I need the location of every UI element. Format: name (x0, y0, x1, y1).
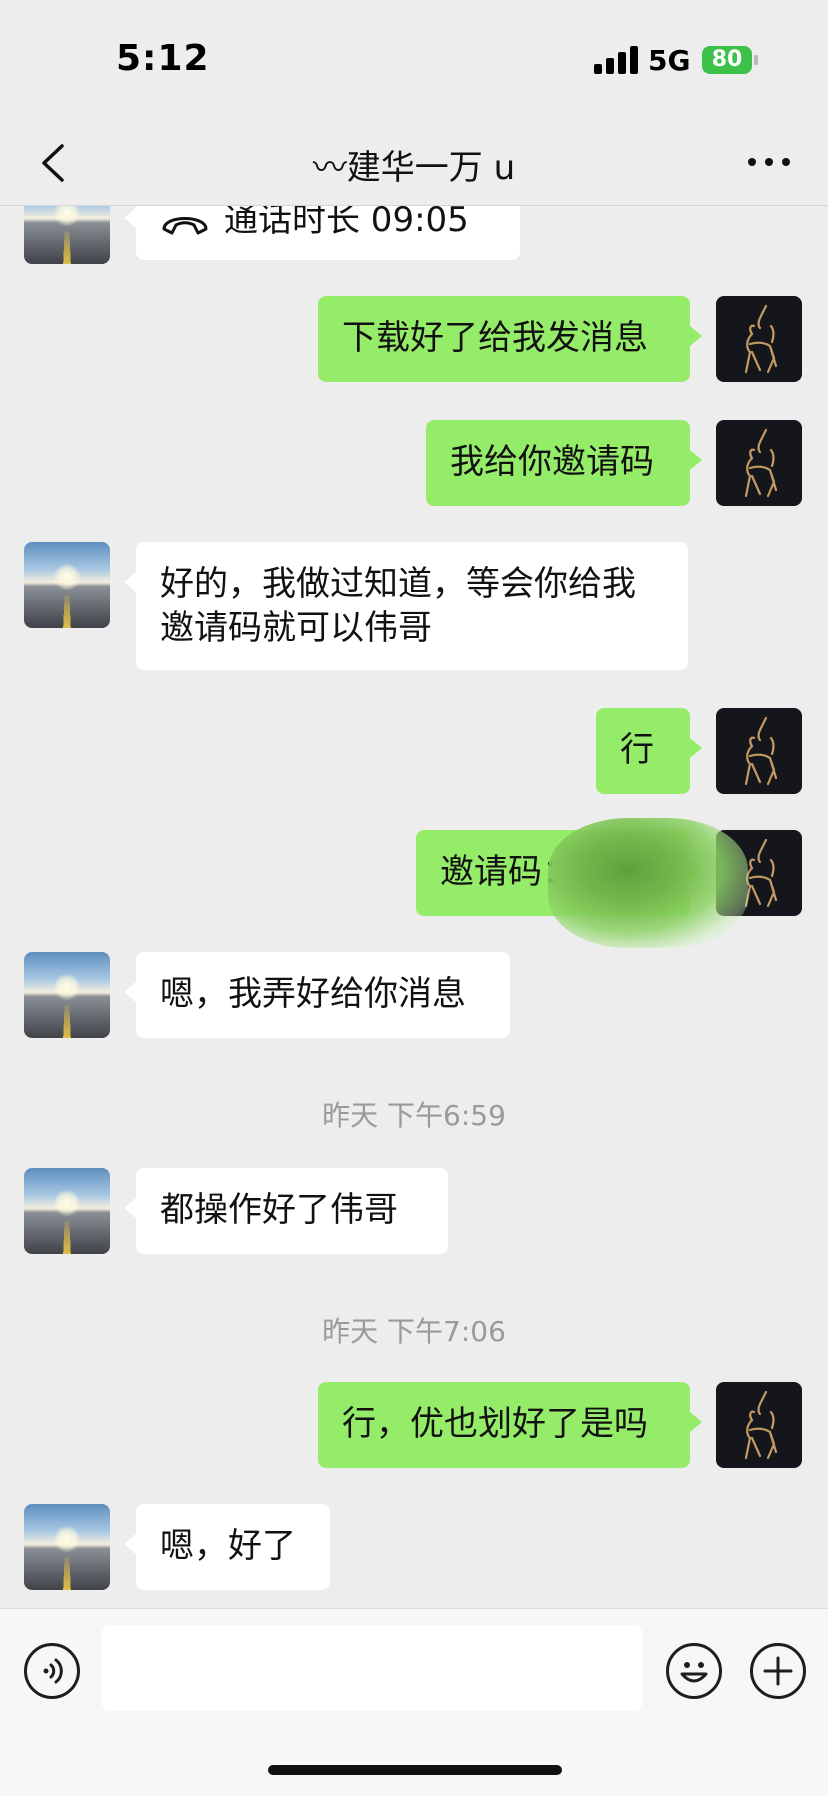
network-type: 5G (648, 44, 691, 77)
message-text: 行，优也划好了是吗 (342, 1404, 648, 1444)
contact-avatar[interactable] (24, 952, 110, 1038)
my-avatar[interactable] (716, 296, 802, 382)
message-bubble[interactable]: 好的，我做过知道，等会你给我邀请码就可以伟哥 (124, 542, 688, 670)
message-bubble[interactable]: 下载好了给我发消息 (318, 296, 702, 382)
my-avatar[interactable] (716, 420, 802, 506)
time-divider: 昨天 下午6:59 (322, 1099, 506, 1132)
contact-avatar[interactable] (24, 542, 110, 628)
message-bubble[interactable]: 我给你邀请码 (426, 420, 702, 506)
signal-icon (594, 46, 638, 74)
message-bubble[interactable]: 嗯，好了 (124, 1504, 330, 1590)
chat-title: 〰建华一万 u (312, 148, 516, 188)
polo-logo-icon (744, 1390, 778, 1460)
message-bubble[interactable]: 嗯，我弄好给你消息 (124, 952, 510, 1038)
message-text: 通话时长 09:05 (224, 206, 469, 240)
plus-icon (763, 1656, 793, 1686)
voice-icon (43, 1658, 63, 1684)
battery-cap (754, 55, 758, 65)
contact-avatar[interactable] (24, 1504, 110, 1590)
polo-logo-icon (744, 716, 778, 786)
voice-button[interactable] (24, 1643, 80, 1699)
contact-avatar[interactable] (24, 1168, 110, 1254)
message-text: 都操作好了伟哥 (160, 1190, 398, 1230)
contact-avatar[interactable] (24, 206, 110, 264)
emoji-button[interactable] (666, 1643, 722, 1699)
nav-bar: 〰建华一万 u (0, 120, 828, 206)
status-time: 5:12 (116, 38, 210, 79)
message-bubble[interactable]: 行，优也划好了是吗 (318, 1382, 702, 1468)
message-text: 嗯，我弄好给你消息 (160, 974, 466, 1014)
message-text: 行 (620, 730, 654, 770)
chat-screen: 5:12 5G 80 〰建华一万 u 通话时长 09:05 下载好了给我发消息 … (0, 0, 828, 1796)
more-icon[interactable] (748, 158, 790, 168)
input-bar (0, 1608, 828, 1796)
home-indicator[interactable] (268, 1765, 562, 1775)
message-list[interactable]: 通话时长 09:05 下载好了给我发消息 我给你邀请码 好的，我做过知道，等会你… (0, 206, 828, 1608)
more-functions-button[interactable] (750, 1643, 806, 1699)
smiley-icon (680, 1662, 708, 1683)
my-avatar[interactable] (716, 1382, 802, 1468)
status-bar: 5:12 5G 80 (0, 0, 828, 120)
message-text: 好的，我做过知道，等会你给我邀请码就可以伟哥 (160, 564, 636, 648)
polo-logo-icon (744, 428, 778, 498)
my-avatar[interactable] (716, 708, 802, 794)
message-bubble[interactable]: 通话时长 09:05 (124, 206, 520, 260)
message-text: 我给你邀请码 (450, 442, 654, 482)
polo-logo-icon (744, 304, 778, 374)
message-text: 嗯，好了 (160, 1526, 296, 1566)
redaction-scribble (548, 818, 748, 948)
message-bubble[interactable]: 行 (596, 708, 702, 794)
message-text: 下载好了给我发消息 (342, 318, 648, 358)
time-divider: 昨天 下午7:06 (322, 1315, 506, 1348)
battery-icon: 80 (702, 46, 752, 74)
message-bubble[interactable]: 都操作好了伟哥 (124, 1168, 448, 1254)
phone-icon (162, 216, 208, 234)
message-input[interactable] (102, 1625, 642, 1711)
